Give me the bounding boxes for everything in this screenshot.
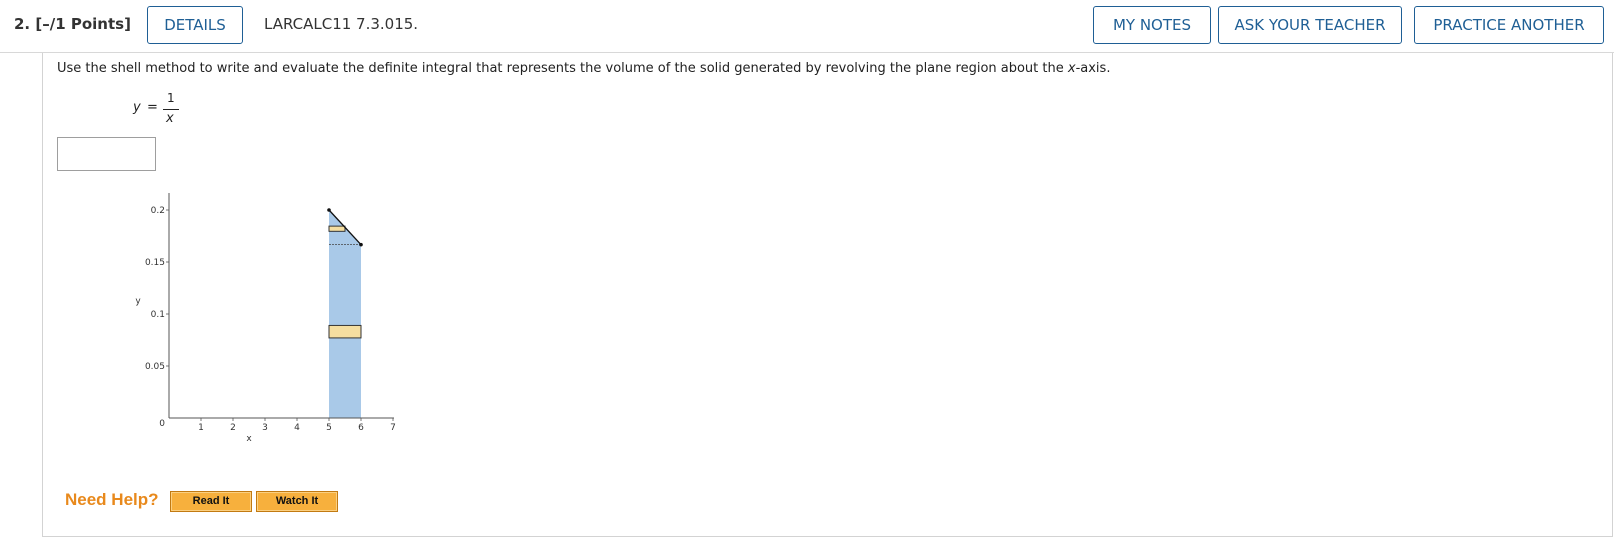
fraction-bar xyxy=(163,109,179,110)
answer-input[interactable] xyxy=(57,137,156,171)
equation-denominator: x xyxy=(166,111,174,126)
equation-lhs: y xyxy=(133,100,141,115)
x-tick-label-4: 4 xyxy=(294,423,300,433)
my-notes-button[interactable]: MY NOTES xyxy=(1093,6,1211,44)
details-button[interactable]: DETAILS xyxy=(147,6,243,44)
question-prompt: Use the shell method to write and evalua… xyxy=(57,61,1110,76)
curve-endpoint-2 xyxy=(359,242,363,247)
practice-another-button[interactable]: PRACTICE ANOTHER xyxy=(1414,6,1604,44)
question-points-label: 2. [–/1 Points] xyxy=(14,15,131,33)
shell-rectangle-1 xyxy=(328,225,346,232)
equation-numerator: 1 xyxy=(167,91,175,105)
x-tick-label-6: 6 xyxy=(358,423,364,433)
equation-equals: = xyxy=(147,100,158,115)
y-tick-label-0.1: 0.1 xyxy=(151,310,165,320)
shell-rectangle-2 xyxy=(328,324,362,339)
question-id: LARCALC11 7.3.015. xyxy=(264,15,419,33)
y-tick-label-0.15: 0.15 xyxy=(145,258,165,268)
y-axis-label: y xyxy=(135,297,141,307)
y-tick-label-0.05: 0.05 xyxy=(145,362,165,372)
prompt-text-end: -axis. xyxy=(1075,61,1111,76)
shaded-region xyxy=(329,210,361,418)
watch-it-button[interactable]: Watch It xyxy=(256,491,338,512)
x-axis-label: x xyxy=(246,434,252,444)
x-tick-label-1: 1 xyxy=(198,423,204,433)
x-tick-label-5: 5 xyxy=(326,423,332,433)
ask-your-teacher-button[interactable]: ASK YOUR TEACHER xyxy=(1218,6,1402,44)
read-it-button[interactable]: Read It xyxy=(170,491,252,512)
x-tick-label-2: 2 xyxy=(230,423,236,433)
y-tick-label-0.2: 0.2 xyxy=(151,206,165,216)
region-graph: 1 2 3 4 5 6 7 0 0.05 0.1 0.15 0.2 x y xyxy=(135,193,396,444)
need-help-label: Need Help? xyxy=(65,490,159,509)
x-tick-label-7: 7 xyxy=(390,423,396,433)
curve-endpoint-1 xyxy=(327,208,331,212)
prompt-axis: x xyxy=(1067,61,1076,76)
x-tick-label-3: 3 xyxy=(262,423,268,433)
question-header: 2. [–/1 Points] DETAILS LARCALC11 7.3.01… xyxy=(0,0,1614,53)
prompt-text: Use the shell method to write and evalua… xyxy=(57,61,1068,76)
y-tick-label-0: 0 xyxy=(159,419,165,429)
